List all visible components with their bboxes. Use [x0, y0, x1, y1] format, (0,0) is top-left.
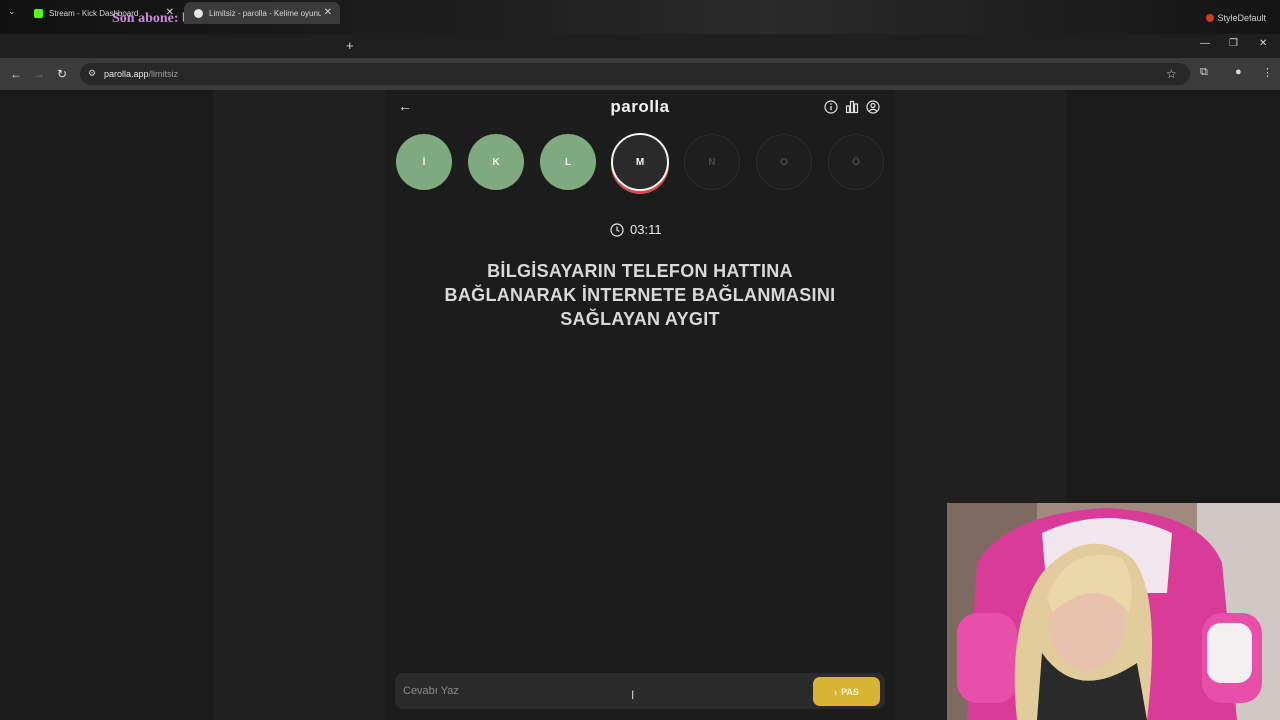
overlay-brand: StyleDefault [1206, 13, 1266, 23]
parolla-favicon-icon [194, 8, 203, 18]
extensions-icon[interactable]: ⧉ [1200, 66, 1208, 79]
new-tab-plus-icon[interactable]: + [346, 38, 354, 53]
webcam-feed [947, 503, 1280, 720]
url-domain: parolla.app [104, 69, 149, 79]
timer-value: 03:11 [630, 222, 662, 237]
stats-icon[interactable] [845, 100, 859, 114]
letter-circle-pending: O [756, 134, 812, 190]
url-path: /limitsiz [148, 69, 179, 79]
tab-kick-dashboard[interactable]: Stream - Kick Dashboard ✕ [24, 2, 182, 24]
kick-favicon-icon [34, 8, 43, 18]
close-tab-icon[interactable]: ✕ [166, 7, 174, 18]
brand-logo-icon [1206, 14, 1215, 22]
reload-icon[interactable]: ↻ [57, 67, 67, 81]
overlay-brand-text: StyleDefault [1217, 13, 1266, 23]
answer-input[interactable] [403, 681, 803, 701]
pass-button[interactable]: › PAS [813, 677, 880, 706]
letter-circle-pending: N [684, 134, 740, 190]
tab-title: Stream - Kick Dashboard [49, 8, 139, 18]
clock-icon [610, 222, 624, 237]
letter-circle-done: K [468, 134, 524, 190]
info-icon[interactable] [824, 100, 838, 114]
tab-search-chevron-icon[interactable]: ⌄ [8, 6, 16, 17]
letter-circle-current: M [611, 133, 669, 191]
minimize-icon[interactable]: — [1200, 38, 1210, 49]
address-bar[interactable] [80, 63, 1190, 85]
question-text: BİLGİSAYARIN TELEFON HATTINA BAĞLANARAK … [444, 261, 836, 329]
close-tab-icon[interactable]: ✕ [324, 7, 332, 18]
pass-label: PAS [841, 686, 859, 697]
webcam-image [947, 503, 1280, 720]
browser-tab-bar [0, 34, 1280, 58]
letter-circle-done: İ [396, 134, 452, 190]
restore-icon[interactable]: ❐ [1229, 38, 1238, 49]
letter-circle-pending: Ö [828, 134, 884, 190]
countdown-timer: 03:11 [610, 222, 662, 237]
bookmark-star-icon[interactable]: ☆ [1166, 67, 1177, 81]
user-account-icon[interactable] [866, 100, 880, 114]
close-window-icon[interactable]: ✕ [1259, 38, 1267, 49]
app-logo: parolla [610, 97, 670, 116]
profile-icon[interactable]: ● [1235, 66, 1242, 78]
back-arrow-icon[interactable]: ← [398, 98, 412, 114]
chevron-right-icon: › [834, 686, 838, 697]
url-text[interactable]: parolla.app/limitsiz [104, 69, 178, 79]
forward-icon[interactable]: → [33, 67, 45, 81]
text-cursor-icon: I [631, 688, 635, 702]
tab-parolla[interactable]: Limitsiz - parolla - Kelime oyunu ✕ [184, 2, 340, 24]
back-icon[interactable]: ← [10, 67, 22, 81]
letter-circle-done: L [540, 134, 596, 190]
browser-menu-icon[interactable]: ⋮ [1262, 66, 1273, 79]
tab-title: Limitsiz - parolla - Kelime oyunu [209, 8, 321, 18]
site-info-icon[interactable]: ⚙ [88, 68, 96, 79]
